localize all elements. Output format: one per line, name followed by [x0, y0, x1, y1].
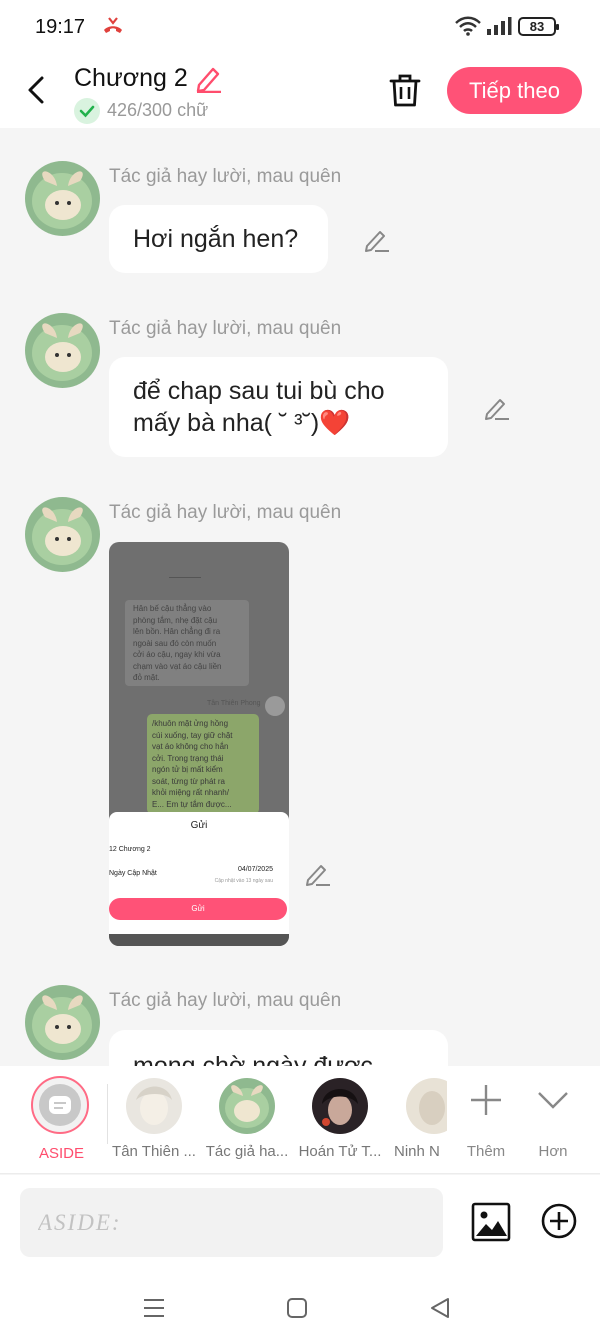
character-aside[interactable]: ASIDE	[0, 1066, 108, 1174]
character-item[interactable]: Hoán Tử T...	[294, 1066, 386, 1174]
more-characters-button[interactable]: Hơn	[523, 1076, 583, 1166]
character-item[interactable]: Tân Thiên ...	[108, 1066, 200, 1174]
image-speaker: Tân Thiên Phong	[207, 700, 261, 707]
back-button[interactable]	[22, 72, 52, 108]
character-item[interactable]: Ninh N	[387, 1066, 447, 1174]
character-avatar	[312, 1078, 368, 1134]
aside-avatar	[31, 1076, 89, 1134]
character-avatar	[126, 1078, 182, 1134]
image-send-sheet: Gửi 12 Chương 2 Ngày Cập Nhật 04/07/2025…	[109, 812, 289, 934]
check-icon	[74, 98, 100, 124]
trash-icon[interactable]	[388, 72, 422, 108]
status-time: 19:17	[35, 16, 86, 38]
author-avatar[interactable]	[25, 985, 100, 1060]
add-circle-icon[interactable]	[540, 1202, 578, 1240]
author-avatar[interactable]	[25, 161, 100, 236]
edit-message-icon[interactable]	[363, 226, 391, 254]
edit-message-icon[interactable]	[304, 860, 332, 888]
character-avatar	[406, 1078, 447, 1134]
message-text: mong chờ ngày được	[133, 1052, 373, 1066]
system-nav-bar	[0, 1275, 600, 1343]
character-avatar	[219, 1078, 275, 1134]
edit-title-icon[interactable]	[194, 65, 224, 93]
message-author: Tác giả hay lười, mau quên	[109, 166, 342, 187]
author-avatar[interactable]	[25, 497, 100, 572]
character-label: Tác giả ha...	[205, 1143, 289, 1160]
character-label: Hoán Tử T...	[298, 1143, 382, 1160]
image-nav-strip	[109, 934, 289, 946]
author-avatar[interactable]	[25, 313, 100, 388]
message-bubble[interactable]: mong chờ ngày được	[109, 1030, 448, 1066]
battery-indicator: 83	[518, 17, 559, 36]
aside-input[interactable]	[20, 1188, 443, 1257]
message-text-line: để chap sau tui bù cho	[133, 377, 385, 405]
message-text-line: mấy bà nha( ˘ ³˘)❤️	[133, 409, 351, 437]
message-text: Hơi ngắn hen?	[133, 225, 299, 253]
image-icon[interactable]	[471, 1202, 511, 1242]
chapter-header: Chương 2 426/300 chữ Tiếp theo	[0, 54, 600, 128]
missed-call-icon	[104, 17, 122, 33]
message-author: Tác giả hay lười, mau quên	[109, 990, 342, 1011]
message-author: Tác giả hay lười, mau quên	[109, 318, 342, 339]
back-nav-icon[interactable]	[427, 1295, 453, 1321]
character-label: Ninh N	[394, 1143, 440, 1160]
home-icon[interactable]	[284, 1295, 310, 1321]
chevron-down-icon	[538, 1092, 568, 1109]
message-bubble[interactable]: Hơi ngắn hen?	[109, 205, 328, 273]
chat-area[interactable]: Tác giả hay lười, mau quên Hơi ngắn hen?…	[0, 128, 600, 1066]
add-character-label: Thêm	[466, 1143, 506, 1160]
status-bar: 19:17 83	[0, 0, 600, 54]
image-title-line	[169, 560, 201, 578]
input-bar	[0, 1175, 600, 1275]
image-dialogue: /khuôn mặt ửng hồng cúi xuống, tay giữ c…	[147, 714, 259, 814]
more-characters-label: Hơn	[538, 1143, 568, 1160]
message-author: Tác giả hay lười, mau quên	[109, 502, 342, 523]
add-character-button[interactable]: Thêm	[456, 1076, 516, 1166]
edit-message-icon[interactable]	[483, 394, 511, 422]
character-bar: ASIDE Tân Thiên ... Tác giả ha... Hoán T…	[0, 1066, 600, 1174]
plus-icon	[471, 1085, 501, 1115]
recents-icon[interactable]	[141, 1295, 167, 1321]
character-item[interactable]: Tác giả ha...	[201, 1066, 293, 1174]
aside-label: ASIDE	[39, 1145, 85, 1162]
wifi-icon	[455, 16, 481, 36]
word-count: 426/300 chữ	[107, 100, 209, 120]
message-bubble[interactable]: để chap sau tui bù cho mấy bà nha( ˘ ³˘)…	[109, 357, 448, 457]
message-image[interactable]: Hân bế cậu thẳng vào phòng tắm, nhẹ đặt …	[109, 542, 289, 946]
image-speaker-avatar	[265, 696, 285, 716]
image-narration: Hân bế cậu thẳng vào phòng tắm, nhẹ đặt …	[125, 600, 249, 686]
next-button[interactable]: Tiếp theo	[447, 67, 582, 114]
signal-icon	[487, 17, 512, 35]
aside-icon	[49, 1096, 71, 1114]
chapter-title: Chương 2	[74, 64, 188, 92]
character-label: Tân Thiên ...	[112, 1143, 196, 1160]
